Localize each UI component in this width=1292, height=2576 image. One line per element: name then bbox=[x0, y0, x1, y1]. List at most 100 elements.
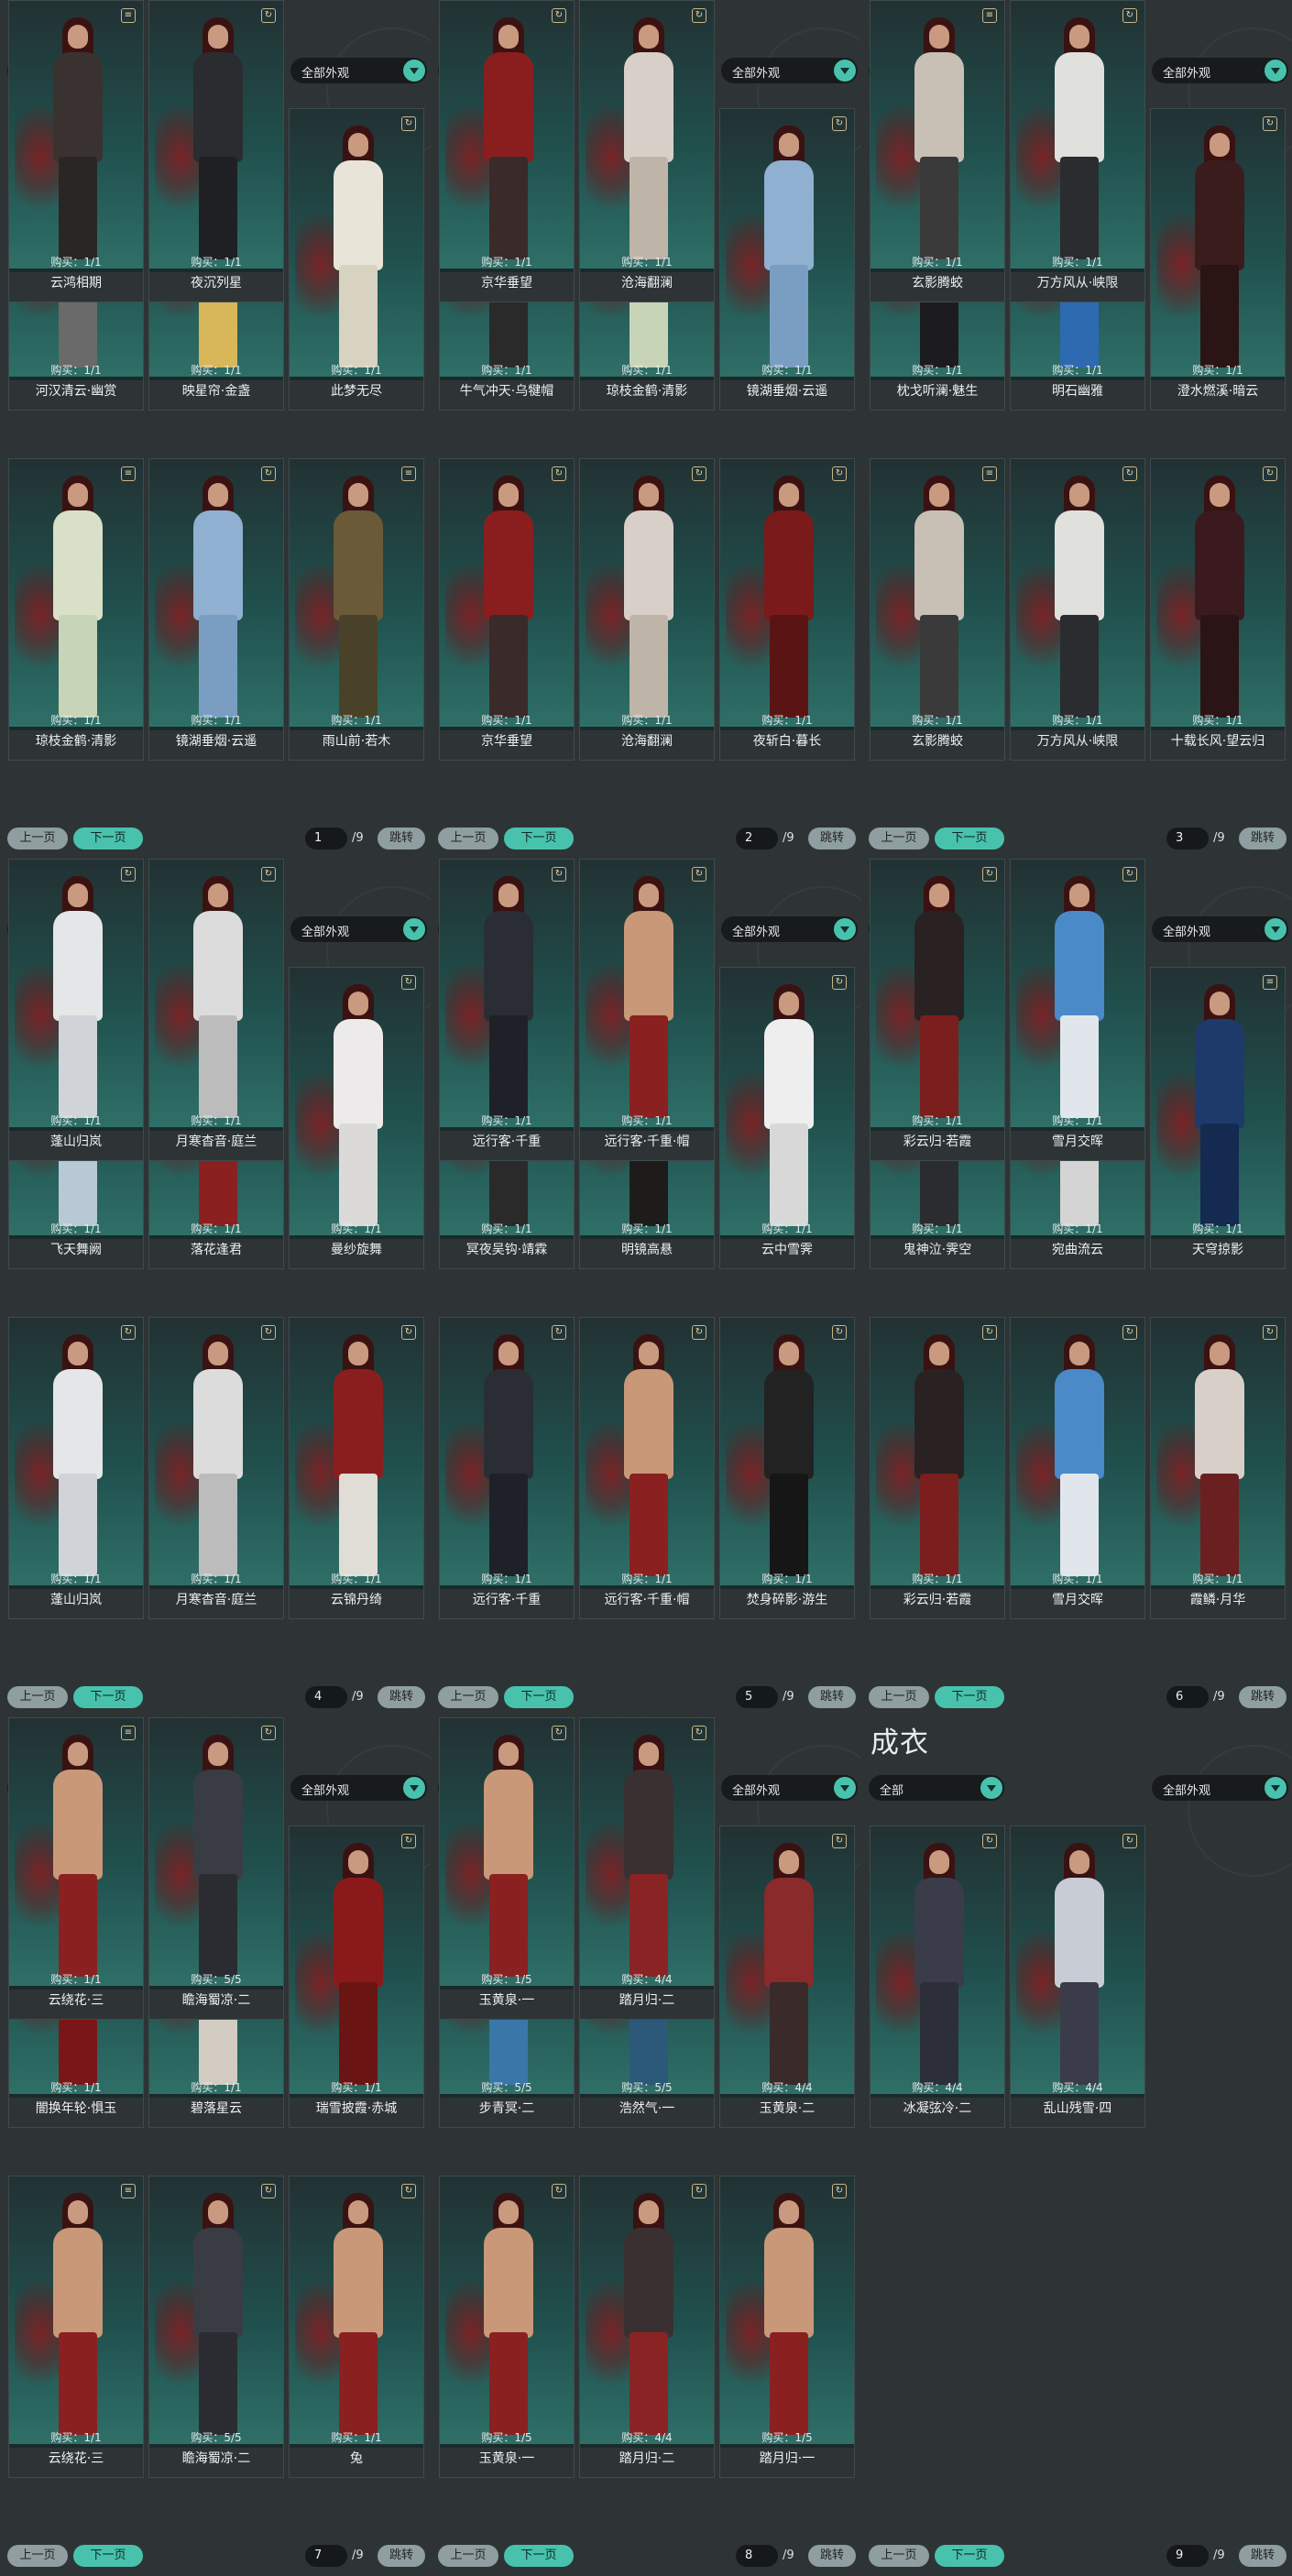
outfit-card[interactable]: ↻ 购买：1/1 澄水燃溪·暗云 bbox=[1150, 108, 1286, 411]
preview-icon[interactable]: ↻ bbox=[401, 1325, 416, 1340]
appearance-dropdown[interactable]: 全部外观 bbox=[290, 1775, 427, 1801]
jump-button[interactable]: 跳转 bbox=[808, 1686, 856, 1708]
next-page-button[interactable]: 下一页 bbox=[935, 1686, 1004, 1708]
outfit-card[interactable]: ↻ 购买：1/1 云中雪霁 bbox=[719, 967, 855, 1269]
preview-icon[interactable]: ↻ bbox=[552, 1726, 566, 1740]
preview-icon[interactable]: ↻ bbox=[982, 867, 997, 882]
outfit-card[interactable]: ↻ 购买：1/1 彩云归·若霞 bbox=[870, 859, 1005, 1161]
preview-icon[interactable]: ↻ bbox=[832, 2184, 847, 2198]
preview-icon[interactable]: ↻ bbox=[832, 1834, 847, 1848]
trash-icon[interactable]: ≡ bbox=[121, 466, 136, 481]
outfit-card[interactable]: ↻ 购买：1/1 镜湖垂烟·云遥 bbox=[719, 108, 855, 411]
prev-page-button[interactable]: 上一页 bbox=[869, 1686, 929, 1708]
outfit-card[interactable]: ↻ 购买：1/1 京华垂望 bbox=[439, 458, 575, 761]
next-page-button[interactable]: 下一页 bbox=[73, 1686, 143, 1708]
preview-icon[interactable]: ↻ bbox=[401, 1834, 416, 1848]
prev-page-button[interactable]: 上一页 bbox=[869, 2545, 929, 2567]
appearance-dropdown[interactable]: 全部外观 bbox=[721, 58, 858, 83]
outfit-card[interactable]: ↻ 购买：4/4 玉黄泉·二 bbox=[719, 1825, 855, 2128]
outfit-card[interactable]: ↻ 购买：1/1 夜斩白·暮长 bbox=[719, 458, 855, 761]
outfit-card[interactable]: ↻ 购买：1/1 京华垂望 bbox=[439, 0, 575, 302]
trash-icon[interactable]: ≡ bbox=[401, 466, 416, 481]
preview-icon[interactable]: ↻ bbox=[401, 2184, 416, 2198]
page-number-input[interactable]: 8 bbox=[736, 2545, 778, 2567]
outfit-card[interactable]: ↻ 购买：1/1 瑞雪披霞·赤城 bbox=[289, 1825, 424, 2128]
page-number-input[interactable]: 4 bbox=[305, 1686, 347, 1708]
next-page-button[interactable]: 下一页 bbox=[504, 828, 574, 850]
trash-icon[interactable]: ≡ bbox=[982, 8, 997, 23]
page-number-input[interactable]: 3 bbox=[1166, 828, 1209, 850]
outfit-card[interactable]: ↻ 购买：4/4 踏月归·二 bbox=[579, 2176, 715, 2478]
outfit-card[interactable]: ↻ 购买：4/4 冰凝弦冷·二 bbox=[870, 1825, 1005, 2128]
outfit-card[interactable]: ↻ 购买：1/1 夜沉列星 bbox=[148, 0, 284, 302]
outfit-card[interactable]: ↻ 购买：1/1 兔 bbox=[289, 2176, 424, 2478]
preview-icon[interactable]: ↻ bbox=[982, 1325, 997, 1340]
jump-button[interactable]: 跳转 bbox=[808, 828, 856, 850]
outfit-card[interactable]: ≡ 购买：1/1 云绕花·三 bbox=[8, 2176, 144, 2478]
jump-button[interactable]: 跳转 bbox=[378, 2545, 425, 2567]
outfit-card[interactable]: ↻ 购买：1/1 雪月交晖 bbox=[1010, 859, 1145, 1161]
outfit-card[interactable]: ≡ 购买：1/1 玄影腾蛟 bbox=[870, 0, 1005, 302]
outfit-card[interactable]: ↻ 购买：1/1 雪月交晖 bbox=[1010, 1317, 1145, 1619]
preview-icon[interactable]: ↻ bbox=[982, 1834, 997, 1848]
page-number-input[interactable]: 1 bbox=[305, 828, 347, 850]
next-page-button[interactable]: 下一页 bbox=[73, 2545, 143, 2567]
trash-icon[interactable]: ≡ bbox=[121, 2184, 136, 2198]
outfit-card[interactable]: ↻ 购买：5/5 瞻海蜀凉·二 bbox=[148, 1717, 284, 2020]
outfit-card[interactable]: ↻ 购买：1/5 踏月归·一 bbox=[719, 2176, 855, 2478]
preview-icon[interactable]: ↻ bbox=[692, 2184, 706, 2198]
preview-icon[interactable]: ↻ bbox=[692, 1325, 706, 1340]
preview-icon[interactable]: ↻ bbox=[552, 2184, 566, 2198]
next-page-button[interactable]: 下一页 bbox=[504, 2545, 574, 2567]
outfit-card[interactable]: ↻ 购买：1/1 曼纱旋舞 bbox=[289, 967, 424, 1269]
outfit-card[interactable]: ↻ 购买：1/5 玉黄泉·一 bbox=[439, 1717, 575, 2020]
prev-page-button[interactable]: 上一页 bbox=[869, 828, 929, 850]
preview-icon[interactable]: ↻ bbox=[1122, 1325, 1137, 1340]
trash-icon[interactable]: ≡ bbox=[121, 8, 136, 23]
outfit-card[interactable]: ↻ 购买：1/1 镜湖垂烟·云遥 bbox=[148, 458, 284, 761]
preview-icon[interactable]: ↻ bbox=[401, 116, 416, 131]
appearance-dropdown[interactable]: 全部外观 bbox=[721, 1775, 858, 1801]
outfit-card[interactable]: ↻ 购买：1/1 霞鳞·月华 bbox=[1150, 1317, 1286, 1619]
preview-icon[interactable]: ↻ bbox=[692, 466, 706, 481]
preview-icon[interactable]: ↻ bbox=[261, 867, 276, 882]
page-number-input[interactable]: 9 bbox=[1166, 2545, 1209, 2567]
preview-icon[interactable]: ↻ bbox=[261, 1726, 276, 1740]
outfit-card[interactable]: ↻ 购买：1/1 月寒杳音·庭兰 bbox=[148, 1317, 284, 1619]
appearance-dropdown[interactable]: 全部外观 bbox=[721, 916, 858, 942]
outfit-card[interactable]: ↻ 购买：1/1 远行客·千重 bbox=[439, 1317, 575, 1619]
outfit-card[interactable]: ↻ 购买：1/1 月寒杳音·庭兰 bbox=[148, 859, 284, 1161]
preview-icon[interactable]: ↻ bbox=[552, 867, 566, 882]
outfit-card[interactable]: ↻ 购买：1/1 沧海翻澜 bbox=[579, 458, 715, 761]
jump-button[interactable]: 跳转 bbox=[1239, 828, 1287, 850]
preview-icon[interactable]: ↻ bbox=[1263, 116, 1277, 131]
next-page-button[interactable]: 下一页 bbox=[935, 828, 1004, 850]
prev-page-button[interactable]: 上一页 bbox=[438, 828, 498, 850]
next-page-button[interactable]: 下一页 bbox=[73, 828, 143, 850]
prev-page-button[interactable]: 上一页 bbox=[7, 1686, 68, 1708]
outfit-card[interactable]: ≡ 购买：1/1 天穹掠影 bbox=[1150, 967, 1286, 1269]
outfit-card[interactable]: ↻ 购买：1/1 远行客·千重 bbox=[439, 859, 575, 1161]
outfit-card[interactable]: ↻ 购买：5/5 瞻海蜀凉·二 bbox=[148, 2176, 284, 2478]
preview-icon[interactable]: ↻ bbox=[121, 1325, 136, 1340]
outfit-card[interactable]: ↻ 购买：4/4 乱山残雪·四 bbox=[1010, 1825, 1145, 2128]
category-dropdown[interactable]: 全部 bbox=[869, 1775, 1004, 1801]
preview-icon[interactable]: ↻ bbox=[261, 466, 276, 481]
appearance-dropdown[interactable]: 全部外观 bbox=[1152, 58, 1288, 83]
preview-icon[interactable]: ↻ bbox=[832, 466, 847, 481]
outfit-card[interactable]: ↻ 购买：1/5 玉黄泉·一 bbox=[439, 2176, 575, 2478]
outfit-card[interactable]: ↻ 购买：1/1 万方风从·峡限 bbox=[1010, 458, 1145, 761]
outfit-card[interactable]: ↻ 购买：1/1 远行客·千重·帽 bbox=[579, 859, 715, 1161]
outfit-card[interactable]: ↻ 购买：1/1 彩云归·若霞 bbox=[870, 1317, 1005, 1619]
outfit-card[interactable]: ↻ 购买：1/1 万方风从·峡限 bbox=[1010, 0, 1145, 302]
outfit-card[interactable]: ↻ 购买：1/1 远行客·千重·帽 bbox=[579, 1317, 715, 1619]
preview-icon[interactable]: ↻ bbox=[1263, 1325, 1277, 1340]
outfit-card[interactable]: ↻ 购买：1/1 此梦无尽 bbox=[289, 108, 424, 411]
preview-icon[interactable]: ↻ bbox=[1122, 867, 1137, 882]
preview-icon[interactable]: ↻ bbox=[692, 8, 706, 23]
preview-icon[interactable]: ↻ bbox=[692, 867, 706, 882]
preview-icon[interactable]: ↻ bbox=[552, 8, 566, 23]
outfit-card[interactable]: ↻ 购买：1/1 十载长风·望云归 bbox=[1150, 458, 1286, 761]
jump-button[interactable]: 跳转 bbox=[378, 1686, 425, 1708]
preview-icon[interactable]: ↻ bbox=[1263, 466, 1277, 481]
